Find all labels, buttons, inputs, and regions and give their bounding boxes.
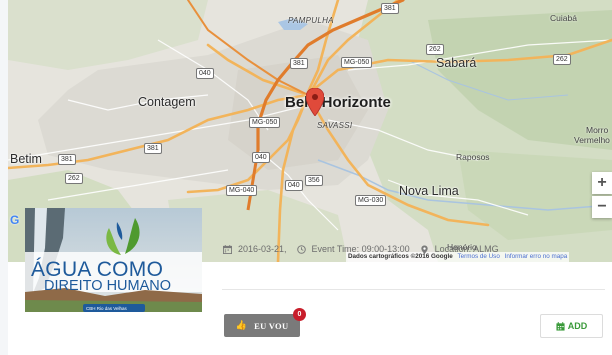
road-shield: 040 <box>285 180 303 191</box>
calendar-icon <box>556 321 565 331</box>
road-shield: 262 <box>553 54 571 65</box>
road-shield: 040 <box>196 68 214 79</box>
event-time: Event Time: 09:00-13:00 <box>311 244 410 254</box>
map-label-contagem: Contagem <box>138 95 196 109</box>
google-logo-letter: G <box>10 213 20 227</box>
road-shield: 381 <box>290 58 308 69</box>
map-label-savassi: SAVASSI <box>317 121 353 130</box>
road-shield: 381 <box>381 3 399 14</box>
add-button-label: ADD <box>567 321 588 331</box>
map-marker-icon <box>420 244 428 254</box>
map-report-error-link[interactable]: Informar erro no mapa <box>505 253 568 260</box>
map-label-pampulha: PAMPULHA <box>288 16 334 25</box>
road-shield: MG-030 <box>355 195 387 206</box>
location-pin-icon[interactable] <box>306 88 324 116</box>
page-background: PAMPULHA Contagem Belo Horizonte SAVASSI… <box>0 0 612 355</box>
attendee-count-badge: 0 <box>293 308 306 321</box>
road-shield: 381 <box>144 143 162 154</box>
event-card: PAMPULHA Contagem Belo Horizonte SAVASSI… <box>8 0 612 355</box>
logo-footer-text: CBH Rio das Velhas <box>86 306 127 311</box>
map-label-sabara: Sabará <box>436 56 477 70</box>
road-shield: 262 <box>65 173 83 184</box>
road-shield: 381 <box>58 154 76 165</box>
map-label-morro: Morro <box>586 125 609 135</box>
event-date: 2016-03-21, <box>238 244 287 254</box>
clock-icon <box>296 244 306 254</box>
map-label-nova-lima: Nova Lima <box>399 184 459 198</box>
map-zoom-out-button[interactable]: − <box>592 196 612 218</box>
event-meta-row: 2016-03-21, Event Time: 09:00-13:00 Loca… <box>223 244 499 254</box>
event-location: Location: ALMG <box>434 244 499 254</box>
map-zoom-in-button[interactable]: + <box>592 172 612 194</box>
event-logo-image: ÁGUA COMO DIREITO HUMANO CBH Rio das Vel… <box>25 208 202 312</box>
map-label-betim: Betim <box>10 152 42 166</box>
meta-divider <box>222 289 605 290</box>
eu-vou-label: EU VOU <box>254 320 289 331</box>
road-shield: MG-040 <box>226 185 258 196</box>
map-label-cuiaba: Cuiabá <box>550 13 577 23</box>
map-terms-link[interactable]: Termos de Uso <box>457 253 499 260</box>
map-label-raposos: Raposos <box>456 152 490 162</box>
road-shield: 356 <box>305 175 323 186</box>
road-shield: 262 <box>426 44 444 55</box>
map-attribution-data: Dados cartográficos ©2016 Google <box>348 253 453 260</box>
road-shield: MG-050 <box>341 57 373 68</box>
thumbs-up-icon: 👍 <box>235 320 248 331</box>
add-to-calendar-button[interactable]: ADD <box>540 314 603 338</box>
eu-vou-button[interactable]: 👍 EU VOU <box>224 314 300 337</box>
road-shield: 040 <box>252 152 270 163</box>
calendar-icon <box>223 244 232 254</box>
logo-title-line2: DIREITO HUMANO <box>44 278 172 294</box>
map-label-vermelho: Vermelho <box>574 135 610 145</box>
road-shield: MG-050 <box>249 117 281 128</box>
map-label-belo-horizonte: Belo Horizonte <box>285 94 391 111</box>
